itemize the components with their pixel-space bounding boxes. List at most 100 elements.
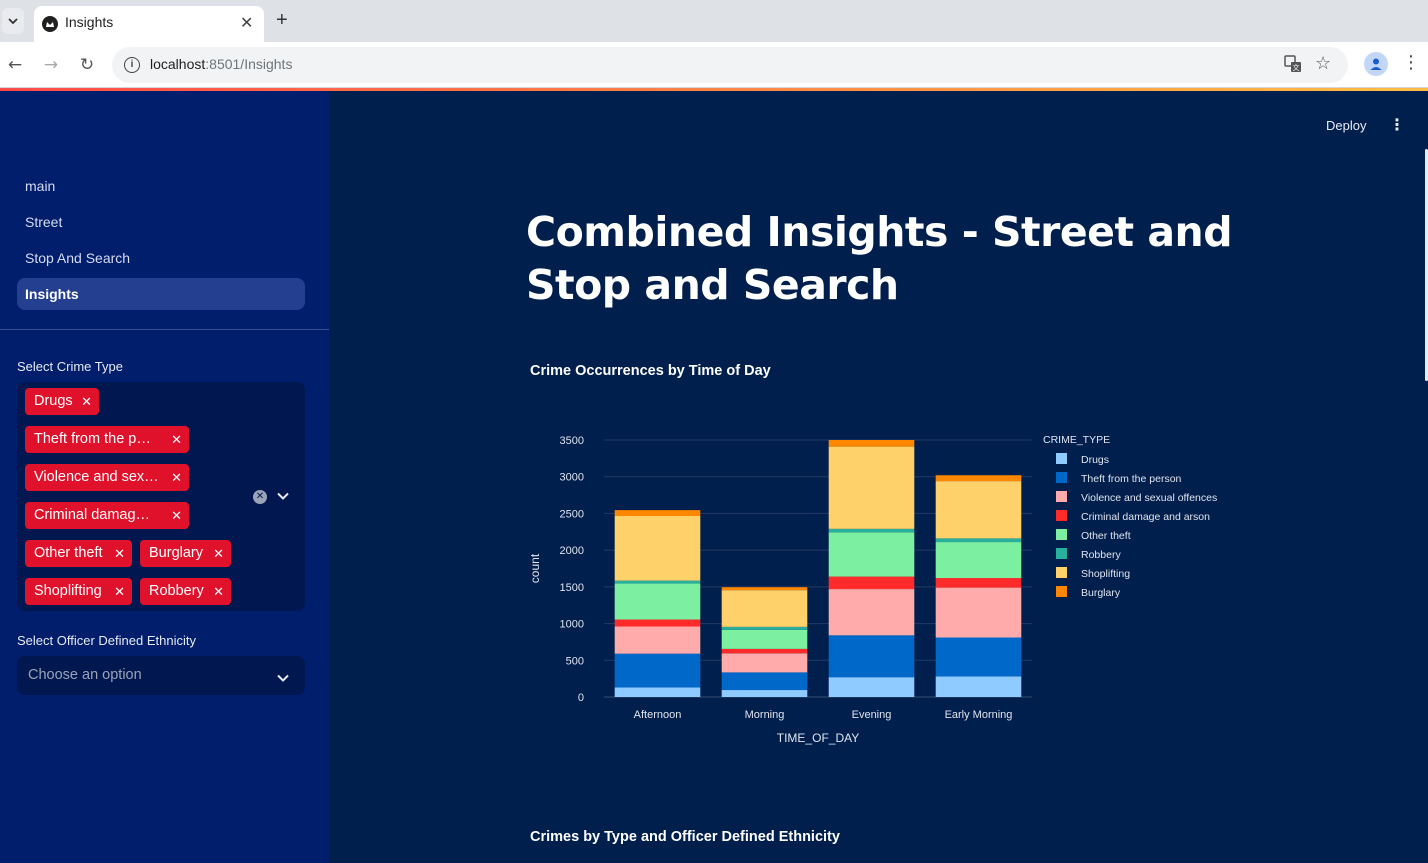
bar-segment	[828, 576, 915, 590]
chart-title: Crime Occurrences by Time of Day	[530, 363, 771, 379]
chip-burglary[interactable]: Burglary ✕	[140, 540, 231, 567]
chip-label: Robbery	[149, 583, 204, 599]
bar-segment	[828, 589, 915, 636]
remove-chip-icon[interactable]: ✕	[213, 578, 224, 605]
bar-segment	[721, 690, 808, 697]
chip-label: Drugs	[34, 393, 73, 409]
forward-arrow-icon[interactable]: →	[38, 52, 64, 78]
bar-segment	[721, 590, 808, 627]
address-bar[interactable]: i localhost:8501/Insights 文 ☆	[112, 47, 1348, 83]
main-menu-icon[interactable]: ⋮	[1389, 115, 1405, 134]
chip-criminal-damage[interactable]: Criminal damag… ✕	[25, 502, 189, 529]
chevron-down-icon[interactable]	[277, 671, 289, 685]
chevron-down-icon[interactable]	[277, 489, 289, 503]
ethnicity-select[interactable]: Choose an option	[17, 656, 305, 695]
chip-theft-from-person[interactable]: Theft from the p… ✕	[25, 426, 189, 453]
legend-label: Burglary	[1081, 587, 1121, 599]
x-axis-title: TIME_OF_DAY	[777, 731, 859, 745]
crime-type-multiselect[interactable]: Drugs ✕ Theft from the p… ✕ Violence and s…	[17, 382, 305, 611]
bar-segment	[614, 619, 701, 627]
tab-title: Insights	[65, 14, 114, 30]
y-tick-label: 2000	[560, 545, 584, 557]
sidebar-item-insights[interactable]: Insights	[17, 278, 305, 310]
reload-icon[interactable]: ↻	[74, 52, 100, 78]
bar-segment	[828, 528, 915, 533]
bar-segment	[614, 626, 701, 654]
crime-time-of-day-chart[interactable]: 0 500 1000 1500 2000 2500 3000 3500 Afternoon Mor…	[519, 421, 1229, 751]
bar-segment	[721, 629, 808, 649]
legend-label: Criminal damage and arson	[1081, 511, 1210, 523]
main-content: Deploy ⋮ Combined Insights - Street and …	[329, 91, 1428, 863]
legend-swatch	[1056, 453, 1067, 464]
bar-segment	[828, 532, 915, 577]
svg-text:文: 文	[1293, 63, 1300, 72]
page-title: Combined Insights - Street and Stop and …	[526, 208, 1233, 309]
sidebar-divider	[0, 329, 329, 330]
chip-label: Burglary	[149, 545, 203, 561]
bar-segment	[614, 653, 701, 688]
remove-chip-icon[interactable]: ✕	[171, 464, 182, 491]
browser-menu-icon[interactable]: ⋮	[1402, 52, 1420, 73]
bar-segment	[614, 583, 701, 620]
bar-segment	[614, 580, 701, 584]
bookmark-star-icon[interactable]: ☆	[1315, 53, 1331, 74]
close-tab-icon[interactable]: ✕	[240, 13, 253, 33]
y-tick-label: 3000	[560, 472, 584, 484]
url-text: localhost:8501/Insights	[150, 56, 292, 72]
chip-robbery[interactable]: Robbery ✕	[140, 578, 231, 605]
ethnicity-label: Select Officer Defined Ethnicity	[17, 633, 196, 648]
remove-chip-icon[interactable]: ✕	[114, 540, 125, 567]
chip-shoplifting[interactable]: Shoplifting ✕	[25, 578, 132, 605]
legend-label: Drugs	[1081, 454, 1109, 466]
browser-window: Insights ✕ + ← → ↻ i localhost:8501/Insi…	[0, 0, 1428, 863]
deploy-button[interactable]: Deploy	[1326, 118, 1366, 133]
profile-avatar-icon[interactable]	[1364, 52, 1388, 76]
sidebar-item-street[interactable]: Street	[17, 206, 305, 238]
remove-chip-icon[interactable]: ✕	[171, 426, 182, 453]
x-tick-label: Early Morning	[945, 709, 1013, 721]
back-arrow-icon[interactable]: ←	[2, 52, 28, 78]
chip-drugs[interactable]: Drugs ✕	[25, 388, 99, 415]
y-tick-label: 3500	[560, 435, 584, 447]
legend-label: Shoplifting	[1081, 568, 1130, 580]
legend-label: Violence and sexual offences	[1081, 492, 1217, 504]
legend-swatch	[1056, 472, 1067, 483]
y-tick-label: 0	[578, 692, 584, 704]
bar-segment	[828, 446, 915, 529]
bar-segment	[935, 542, 1022, 579]
chip-label: Theft from the p…	[34, 431, 151, 447]
bar-segment	[614, 687, 701, 697]
remove-chip-icon[interactable]: ✕	[213, 540, 224, 567]
remove-chip-icon[interactable]: ✕	[114, 578, 125, 605]
chip-label: Criminal damag…	[34, 507, 151, 523]
remove-chip-icon[interactable]: ✕	[171, 502, 182, 529]
active-tab[interactable]: Insights ✕	[34, 6, 264, 42]
bar-segment	[721, 587, 808, 591]
new-tab-button[interactable]: +	[276, 9, 288, 32]
bar-segment	[935, 587, 1022, 638]
legend-label: Robbery	[1081, 549, 1121, 561]
legend-label: Other theft	[1081, 530, 1131, 542]
legend-swatch	[1056, 491, 1067, 502]
clear-all-icon[interactable]: ✕	[253, 490, 267, 504]
bar-segment	[721, 626, 808, 630]
x-tick-label: Evening	[852, 709, 892, 721]
chip-violence[interactable]: Violence and sex… ✕	[25, 464, 189, 491]
bar-segment	[828, 440, 915, 447]
y-tick-label: 2500	[560, 508, 584, 520]
browser-toolbar: ← → ↻ i localhost:8501/Insights 文 ☆ ⋮	[0, 42, 1428, 88]
legend-swatch	[1056, 529, 1067, 540]
translate-icon[interactable]: 文	[1284, 55, 1302, 77]
tab-strip: Insights ✕ +	[0, 0, 1428, 42]
chip-label: Other theft	[34, 545, 103, 561]
bar-segment	[614, 515, 701, 581]
bar-segment	[721, 653, 808, 673]
sidebar-item-main[interactable]: main	[17, 170, 305, 202]
remove-chip-icon[interactable]: ✕	[81, 388, 92, 415]
chip-other-theft[interactable]: Other theft ✕	[25, 540, 132, 567]
sidebar-item-stop-and-search[interactable]: Stop And Search	[17, 242, 305, 274]
tab-search-button[interactable]	[2, 8, 24, 34]
site-info-icon[interactable]: i	[124, 57, 140, 73]
bar-segment	[935, 676, 1022, 697]
bar-segment	[614, 510, 701, 516]
